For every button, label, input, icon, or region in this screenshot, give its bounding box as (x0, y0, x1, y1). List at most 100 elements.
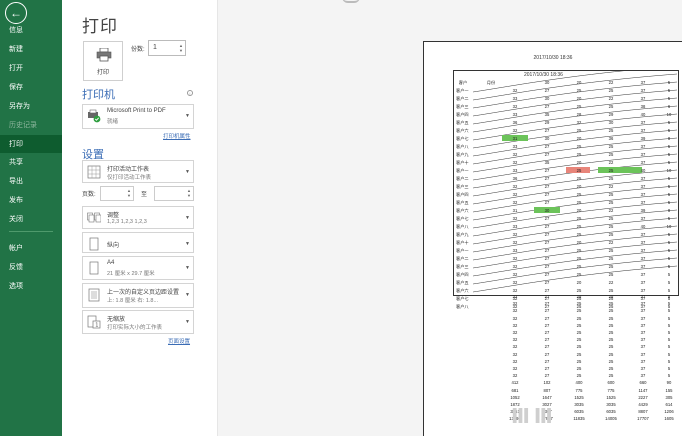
table-cell: 1206 (664, 409, 674, 415)
table-cell: 27 (544, 248, 550, 253)
table-cell: 37 (640, 301, 646, 307)
table-cell: 27 (544, 315, 550, 321)
table-cell: 1605 (664, 416, 674, 422)
margins-select[interactable]: 上一次的自定义页边距设置 上: 1.8 厘米 右: 1.8... ▼ (82, 283, 194, 308)
nav-item-0[interactable]: 信息 (0, 21, 62, 39)
table-cell: 25 (608, 315, 614, 321)
stepper-arrows-icon[interactable]: ▲ ▼ (179, 43, 183, 53)
table-cell: 37 (640, 160, 646, 165)
nav-item-12[interactable]: 反馈 (0, 258, 62, 276)
nav-item-13[interactable]: 选项 (0, 277, 62, 295)
table-cell: 27 (544, 256, 550, 261)
table-cell: 37 (640, 351, 646, 357)
table-cell: 27 (544, 288, 550, 293)
stepper-arrows-icon[interactable]: ▲ ▼ (187, 188, 191, 198)
chevron-down-icon: ▼ (185, 265, 190, 271)
row-label: 客户七 (456, 216, 469, 221)
table-cell: 25 (576, 256, 582, 261)
print-what-select[interactable]: 打印活动工作表 仅打印活动工作表 ▼ (82, 160, 194, 183)
row-label: 客户八 (456, 144, 469, 149)
table-cell: 22 (608, 96, 614, 101)
table-cell: 20 (576, 184, 582, 189)
scaling-line2: 打印实际大小的工作表 (107, 325, 163, 331)
nav-item-1[interactable]: 新建 (0, 40, 62, 58)
paper-size-select[interactable]: A4 21 厘米 x 29.7 厘米 ▼ (82, 256, 194, 280)
preview-page: 2017/10/30 18:36 2017/10/30 18:36 客户 月份 30… (423, 41, 682, 436)
table-cell: 25 (608, 168, 614, 173)
table-cell: 27 (544, 216, 550, 221)
table-cell: 32 (512, 366, 518, 371)
pages-from-input[interactable]: ▲ ▼ (100, 186, 134, 201)
table-header-cell: 37 (640, 80, 646, 85)
table-cell: 29 (544, 120, 550, 125)
row-label: 客户四 (456, 112, 469, 117)
nav-item-8[interactable]: 导出 (0, 172, 62, 190)
row-label: 客户三 (456, 104, 469, 109)
table-cell: 1147 (638, 387, 648, 393)
table-cell: 5 (667, 264, 671, 269)
printer-select[interactable]: Microsoft Print to PDF 就绪 ▼ (82, 104, 194, 129)
row-label: 客户五 (456, 280, 469, 285)
table-cell: 37 (640, 315, 646, 321)
copies-stepper[interactable]: 1 ▲ ▼ (148, 40, 186, 56)
row-label: 客户五 (456, 120, 469, 125)
table-header-cell: 月份 (486, 80, 496, 85)
nav-item-6[interactable]: 打印 (0, 135, 62, 153)
table-cell: 32 (512, 240, 518, 245)
table-cell: 36 (512, 120, 518, 125)
table-cell: 25 (576, 308, 582, 314)
nav-item-7[interactable]: 共享 (0, 153, 62, 171)
table-cell: 27 (544, 128, 550, 133)
table-cell: 37 (640, 248, 646, 253)
table-cell: 32 (512, 184, 518, 189)
table-cell: 10 (666, 112, 672, 117)
row-label: 客户三 (456, 264, 469, 269)
stepper-arrows-icon[interactable]: ▲ ▼ (127, 188, 131, 198)
table-cell: 25 (576, 301, 582, 307)
table-cell: 807 (543, 387, 551, 393)
printer-properties-link[interactable]: 打印机属性 (163, 132, 191, 140)
paper-line2: 21 厘米 x 29.7 厘米 (107, 271, 155, 277)
table-cell: 37 (640, 144, 646, 149)
table-cell: 32 (512, 351, 518, 357)
table-cell: 30 (608, 120, 614, 125)
table-cell: 25 (576, 337, 582, 343)
nav-item-2[interactable]: 打开 (0, 59, 62, 77)
table-cell: 1647 (542, 394, 552, 400)
table-cell: 1525 (574, 394, 584, 400)
table-cell: 36 (608, 136, 614, 141)
table-cell: 4429 (638, 402, 648, 407)
table-cell: 27 (544, 280, 550, 285)
row-label: 客户七 (456, 296, 469, 301)
chevron-down-icon: ▼ (185, 215, 190, 221)
table-cell: 37 (640, 337, 646, 343)
table-cell: 27 (544, 264, 550, 269)
row-label: 客户一 (456, 88, 469, 93)
scaling-select[interactable]: 1 无缩放 打印实际大小的工作表 ▼ (82, 310, 194, 334)
nav-item-4[interactable]: 另存为 (0, 97, 62, 115)
nav-item-10[interactable]: 关闭 (0, 210, 62, 228)
pages-to-input[interactable]: ▲ ▼ (154, 186, 194, 201)
table-cell: 25 (576, 88, 582, 93)
table-cell: 614 (665, 402, 673, 407)
print-button[interactable]: 打印 (83, 41, 123, 81)
row-label: 客户四 (456, 192, 469, 197)
table-cell: 37 (640, 240, 646, 245)
info-icon[interactable]: i (187, 90, 193, 96)
table-cell: 30 (544, 96, 550, 101)
page-setup-link[interactable]: 页面设置 (168, 337, 190, 345)
nav-item-3[interactable]: 保存 (0, 78, 62, 96)
table-cell: 27 (544, 88, 550, 93)
collate-select[interactable]: 调整 1,2,3 1,2,3 1,2,3 ▼ (82, 206, 194, 229)
portrait-icon (89, 237, 99, 251)
nav-item-11[interactable]: 帐户 (0, 239, 62, 257)
table-cell: 32 (512, 160, 518, 165)
nav-item-9[interactable]: 发布 (0, 191, 62, 209)
table-cell: 30 (544, 136, 550, 141)
chevron-down-icon: ▼ (185, 241, 190, 247)
table-cell: 32 (512, 280, 518, 285)
table-cell: 33 (512, 96, 518, 101)
print-what-line2: 仅打印活动工作表 (107, 175, 152, 181)
orientation-select[interactable]: 纵向 ▼ (82, 232, 194, 253)
table-cell: 25 (576, 176, 582, 181)
